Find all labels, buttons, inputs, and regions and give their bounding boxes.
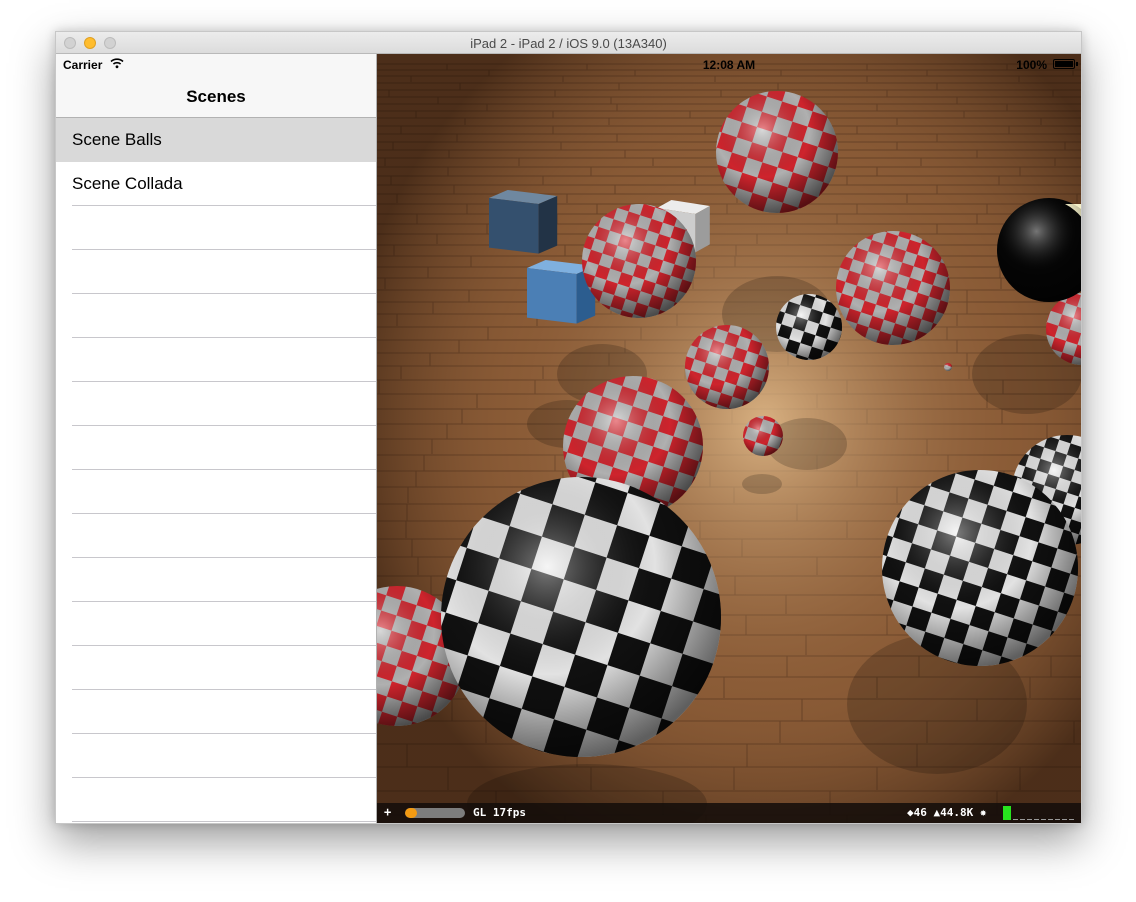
scene-counts: ◆46 ▲44.8K ✸ (907, 806, 987, 819)
title-bar: iPad 2 - iPad 2 / iOS 9.0 (13A340) (56, 32, 1081, 54)
nav-title: Scenes (186, 87, 246, 106)
scene-row[interactable]: Scene Collada (56, 162, 376, 206)
small-red-ball (743, 416, 783, 456)
empty-row (56, 514, 376, 558)
navigation-bar: Scenes (56, 74, 376, 118)
empty-row (56, 690, 376, 734)
status-time: 12:08 AM (702, 58, 756, 72)
frame-progress-bar (405, 808, 465, 818)
marble-cube (489, 190, 558, 254)
red-checker-ball (836, 231, 950, 345)
carrier-label: Carrier (63, 58, 103, 72)
window-title: iPad 2 - iPad 2 / iOS 9.0 (13A340) (470, 36, 667, 51)
scene-row-label: Scene Collada (72, 174, 183, 193)
row-separator (72, 821, 376, 822)
large-black-checker-ball (441, 477, 721, 757)
device-screen: Carrier Scenes Scene Balls Scene Collada … (56, 54, 1081, 823)
ball-shadow (742, 474, 782, 494)
scene-row[interactable]: Scene Balls (56, 118, 376, 162)
scene-view[interactable]: 12:08 AM 100% + GL 17fps ◆46 ▲44.8K ✸ (377, 54, 1081, 823)
performance-gauge (1003, 806, 1011, 820)
battery-percent: 100% (1016, 58, 1047, 72)
empty-row (56, 470, 376, 514)
scene-canvas[interactable] (377, 54, 1081, 823)
empty-row (56, 338, 376, 382)
battery-icon (1053, 59, 1075, 69)
empty-row (56, 602, 376, 646)
tiny-red-ball (944, 363, 952, 371)
empty-row (56, 382, 376, 426)
black-checker-ball (882, 470, 1078, 666)
status-bar-right: 12:08 AM 100% (377, 54, 1081, 74)
simulator-window: iPad 2 - iPad 2 / iOS 9.0 (13A340) Carri… (55, 31, 1082, 824)
status-bar-left: Carrier (56, 54, 376, 74)
red-checker-ball (582, 204, 696, 318)
empty-row (56, 734, 376, 778)
empty-row (56, 646, 376, 690)
empty-row (56, 778, 376, 822)
scene-row-label: Scene Balls (72, 130, 162, 149)
wifi-icon (110, 58, 124, 69)
statistics-bar: + GL 17fps ◆46 ▲44.8K ✸ (377, 803, 1081, 823)
empty-row (56, 558, 376, 602)
renderer-fps: GL 17fps (473, 806, 526, 819)
gauge-ticks (1013, 819, 1075, 820)
empty-row (56, 294, 376, 338)
black-checker-ball (776, 294, 842, 360)
red-checker-ball (685, 325, 769, 409)
battery-tip (1076, 62, 1078, 66)
stats-toggle-button[interactable]: + (384, 805, 391, 819)
scenes-sidebar: Carrier Scenes Scene Balls Scene Collada (56, 54, 377, 823)
empty-row (56, 206, 376, 250)
empty-row (56, 426, 376, 470)
frame-progress-fill (405, 808, 417, 818)
red-checker-ball (716, 91, 838, 213)
empty-row (56, 250, 376, 294)
